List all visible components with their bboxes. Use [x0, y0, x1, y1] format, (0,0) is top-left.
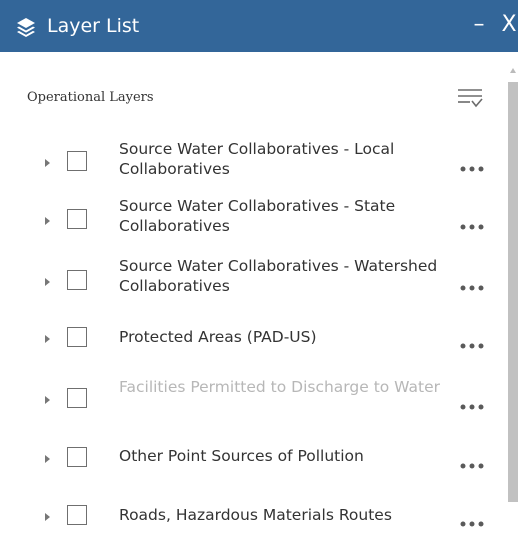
layer-list-panel: Layer List – X Operational Layers Source… [0, 0, 518, 537]
layer-checkbox[interactable] [67, 327, 87, 347]
caret-right-icon[interactable] [45, 455, 50, 463]
layers-icon [15, 16, 37, 38]
layer-checkbox[interactable] [67, 388, 87, 408]
minimize-button[interactable]: – [468, 12, 490, 38]
layer-row: Source Water Collaboratives - Local Coll… [0, 138, 505, 188]
ellipsis-icon[interactable] [459, 335, 485, 349]
layer-label[interactable]: Source Water Collaboratives - Watershed … [119, 256, 449, 296]
layer-label[interactable]: Facilities Permitted to Discharge to Wat… [119, 377, 449, 397]
layer-label[interactable]: Source Water Collaboratives - Local Coll… [119, 139, 449, 179]
ellipsis-icon[interactable] [459, 513, 485, 527]
layer-row: Other Point Sources of Pollution [0, 440, 505, 480]
scrollbar-thumb[interactable] [508, 82, 518, 502]
layer-row: Source Water Collaboratives - Watershed … [0, 255, 505, 305]
layer-checkbox[interactable] [67, 447, 87, 467]
caret-right-icon[interactable] [45, 513, 50, 521]
caret-right-icon[interactable] [45, 278, 50, 286]
ellipsis-icon[interactable] [459, 455, 485, 469]
filter-list-icon[interactable] [456, 87, 484, 109]
ellipsis-icon[interactable] [459, 158, 485, 172]
layer-row: Protected Areas (PAD-US) [0, 320, 505, 360]
layer-checkbox[interactable] [67, 209, 87, 229]
ellipsis-icon[interactable] [459, 396, 485, 410]
caret-right-icon[interactable] [45, 159, 50, 167]
layer-row: Facilities Permitted to Discharge to Wat… [0, 374, 505, 424]
layer-checkbox[interactable] [67, 505, 87, 525]
ellipsis-icon[interactable] [459, 277, 485, 291]
caret-right-icon[interactable] [45, 335, 50, 343]
layer-row: Roads, Hazardous Materials Routes [0, 497, 505, 537]
caret-right-icon[interactable] [45, 217, 50, 225]
layer-label[interactable]: Source Water Collaboratives - State Coll… [119, 196, 449, 236]
layer-label[interactable]: Roads, Hazardous Materials Routes [119, 505, 449, 525]
section-title: Operational Layers [27, 90, 154, 105]
close-button[interactable]: X [498, 12, 518, 38]
layer-label[interactable]: Other Point Sources of Pollution [119, 446, 449, 466]
layer-checkbox[interactable] [67, 270, 87, 290]
panel-title: Layer List [47, 15, 140, 37]
layer-label[interactable]: Protected Areas (PAD-US) [119, 327, 449, 347]
ellipsis-icon[interactable] [459, 216, 485, 230]
layer-checkbox[interactable] [67, 151, 87, 171]
panel-titlebar: Layer List – X [0, 0, 518, 52]
layer-row: Source Water Collaboratives - State Coll… [0, 195, 505, 245]
caret-right-icon[interactable] [45, 396, 50, 404]
scroll-up-icon[interactable] [510, 68, 516, 73]
